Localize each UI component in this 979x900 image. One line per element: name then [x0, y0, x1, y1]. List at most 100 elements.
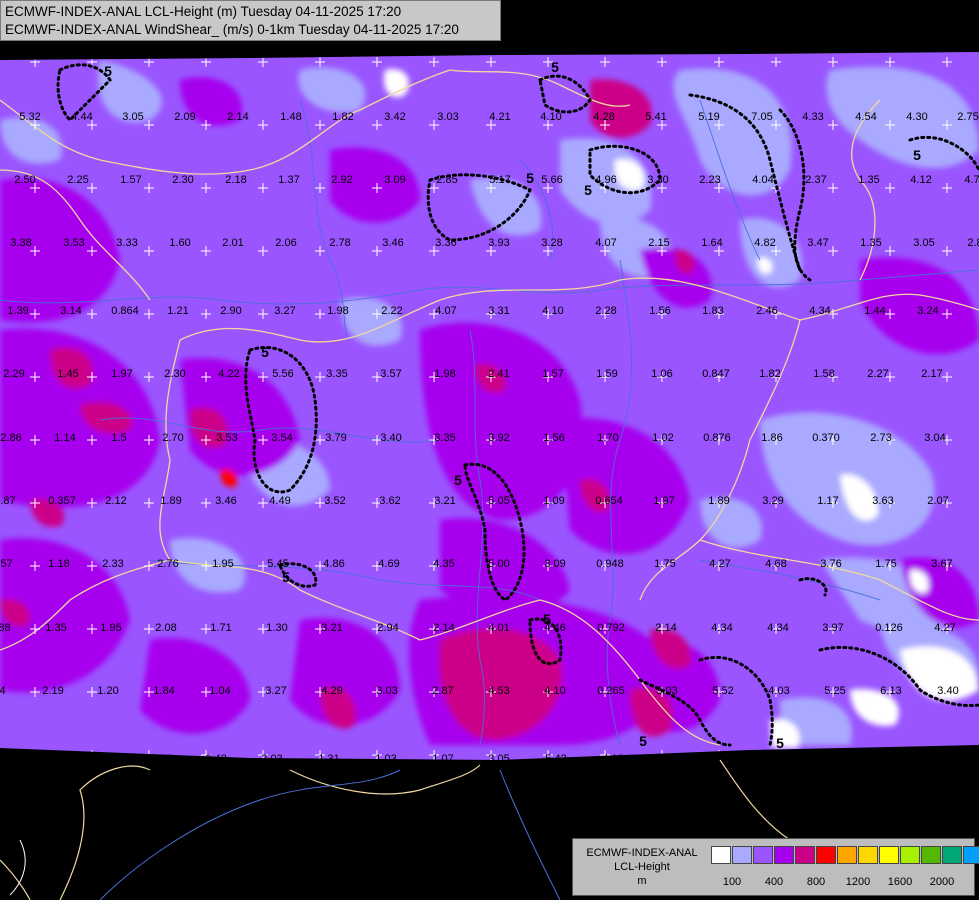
windshear-value-label: 3.35 — [434, 432, 455, 444]
legend-swatch — [753, 846, 773, 864]
windshear-value-label: 3.46 — [382, 237, 403, 249]
legend-swatch — [879, 846, 899, 864]
legend-title-parameter: LCL-Height — [614, 861, 670, 873]
windshear-value-label: 3.53 — [63, 237, 84, 249]
windshear-value-label: 4.35 — [433, 558, 454, 570]
windshear-value-label: 5.66 — [541, 174, 562, 186]
windshear-value-label: 3.38 — [10, 237, 31, 249]
windshear-value-label: 4.69 — [378, 558, 399, 570]
windshear-value-label: 4.28 — [593, 111, 614, 123]
windshear-value-label: 4.21 — [489, 111, 510, 123]
windshear-value-label: 2.28 — [595, 305, 616, 317]
windshear-value-label: 0.792 — [597, 622, 625, 634]
windshear-value-label: 3.40 — [937, 685, 958, 697]
windshear-value-label: 0.948 — [596, 558, 624, 570]
windshear-value-label: 4.03 — [768, 685, 789, 697]
contour-label: 5 — [282, 569, 290, 585]
windshear-value-label: 5.19 — [698, 111, 719, 123]
legend-title-model: ECMWF-INDEX-ANAL — [586, 847, 698, 859]
windshear-value-label: 1.35 — [45, 622, 66, 634]
windshear-value-label: 2.17 — [921, 368, 942, 380]
legend-swatch — [963, 846, 979, 864]
windshear-value-label: 5.17 — [489, 174, 510, 186]
windshear-value-label: 4.46 — [544, 622, 565, 634]
windshear-value-label: 5.32 — [19, 111, 40, 123]
legend-tick-label: 1600 — [887, 876, 913, 888]
contour-label: 5 — [776, 735, 784, 751]
map-title-box: ECMWF-INDEX-ANAL LCL-Height (m) Tuesday … — [0, 0, 501, 41]
windshear-value-label: 3.42 — [384, 111, 405, 123]
windshear-value-label: 1.60 — [169, 237, 190, 249]
windshear-value-label: 4.82 — [754, 237, 775, 249]
windshear-value-label: 4.10 — [542, 305, 563, 317]
windshear-value-label: 1.21 — [167, 305, 188, 317]
windshear-value-label: 1.98 — [434, 368, 455, 380]
windshear-value-label: 0.864 — [111, 305, 139, 317]
windshear-value-label: 3.24 — [917, 305, 938, 317]
legend-tick-label: 1200 — [845, 876, 871, 888]
windshear-value-label: 4.86 — [323, 558, 344, 570]
windshear-value-label: 4.10 — [544, 685, 565, 697]
windshear-value-label: 1.56 — [543, 432, 564, 444]
windshear-value-label: 0.847 — [702, 368, 730, 380]
windshear-value-label: 3.27 — [274, 305, 295, 317]
windshear-value-label: 4.33 — [802, 111, 823, 123]
windshear-value-label: 2.18 — [225, 174, 246, 186]
windshear-value-label: 4.34 — [809, 305, 830, 317]
contour-label: 5 — [526, 170, 534, 186]
windshear-value-label: 2.12 — [105, 495, 126, 507]
windshear-value-label: 2.30 — [172, 174, 193, 186]
windshear-value-label: 1.44 — [864, 305, 885, 317]
windshear-value-label: 3.05 — [913, 237, 934, 249]
legend-swatch — [921, 846, 941, 864]
windshear-value-label: 3.04 — [924, 432, 945, 444]
windshear-value-label: 3.09 — [384, 174, 405, 186]
windshear-value-label: 6.13 — [880, 685, 901, 697]
windshear-value-label: 1.09 — [543, 495, 564, 507]
windshear-value-label: 4.34 — [711, 622, 732, 634]
windshear-value-label: 1.35 — [860, 237, 881, 249]
windshear-value-label: 5.52 — [712, 685, 733, 697]
windshear-value-label: 1.48 — [280, 111, 301, 123]
windshear-value-label: 1.84 — [153, 685, 174, 697]
windshear-value-label: 3.54 — [271, 432, 292, 444]
windshear-value-label: 1.75 — [875, 558, 896, 570]
legend-tick-label: 400 — [764, 876, 784, 888]
windshear-value-label: 2.94 — [377, 622, 398, 634]
windshear-value-label: 3.36 — [435, 237, 456, 249]
windshear-value-label: 2.73 — [870, 432, 891, 444]
windshear-value-label: 2.76 — [157, 558, 178, 570]
windshear-value-label: 2.14 — [227, 111, 248, 123]
legend-tick-label: 2000 — [929, 876, 955, 888]
windshear-value-label: 2.70 — [162, 432, 183, 444]
legend-tick-label: 800 — [806, 876, 826, 888]
windshear-value-label: 0.370 — [812, 432, 840, 444]
windshear-value-label: 2.08 — [155, 622, 176, 634]
windshear-value-label: 4.27 — [934, 622, 955, 634]
windshear-value-label: 5.00 — [488, 558, 509, 570]
contour-label: 5 — [584, 182, 592, 198]
windshear-value-label: 2.14 — [655, 622, 676, 634]
windshear-value-label: 4.53 — [488, 685, 509, 697]
windshear-value-label: 2.8 — [967, 237, 979, 249]
windshear-value-label: 7.05 — [751, 111, 772, 123]
contour-label: 5 — [104, 63, 112, 79]
windshear-value-label: 1.89 — [160, 495, 181, 507]
contour-label: 5 — [913, 147, 921, 163]
windshear-value-label: 4.04 — [752, 174, 773, 186]
windshear-value-label: 1.71 — [210, 622, 231, 634]
windshear-value-label: 4.07 — [435, 305, 456, 317]
windshear-value-label: 1.59 — [596, 368, 617, 380]
windshear-value-label: 1.30 — [266, 622, 287, 634]
windshear-value-label: 3.14 — [60, 305, 81, 317]
windshear-value-label: 0.265 — [597, 685, 625, 697]
legend-swatch — [795, 846, 815, 864]
legend-swatch — [816, 846, 836, 864]
windshear-value-label: 2.27 — [867, 368, 888, 380]
windshear-value-label: 2.33 — [102, 558, 123, 570]
windshear-value-label: 5.25 — [824, 685, 845, 697]
legend-swatch — [732, 846, 752, 864]
title-lcl-height: ECMWF-INDEX-ANAL LCL-Height (m) Tuesday … — [5, 4, 402, 19]
windshear-value-label: 1.04 — [209, 685, 230, 697]
windshear-value-label: 4.10 — [540, 111, 561, 123]
